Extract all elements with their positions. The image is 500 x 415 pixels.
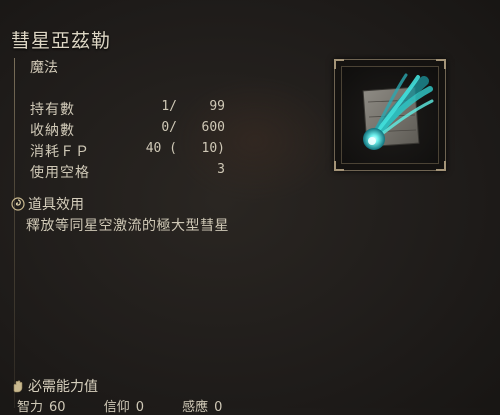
item-title: 彗星亞茲勒 xyxy=(11,30,112,52)
stat-label: 消耗ＦＰ xyxy=(30,144,90,160)
item-image xyxy=(341,66,439,164)
comet-scroll-icon xyxy=(362,73,434,150)
stat-label: 收納數 xyxy=(30,123,75,139)
stat-label: 持有數 xyxy=(30,102,75,118)
stat-value-current: 0/ xyxy=(161,120,177,135)
frame-corner xyxy=(436,161,446,171)
stat-value-fp: 40 ( xyxy=(145,141,177,156)
stat-row-stored: 收納數 0/ 600 xyxy=(30,120,225,141)
stat-value-fp-continuous: 10) xyxy=(201,141,225,156)
effect-description: 釋放等同星空激流的極大型彗星 xyxy=(26,218,229,234)
stat-label: 使用空格 xyxy=(30,165,90,181)
requirements-heading-label: 必需能力值 xyxy=(28,379,98,395)
stat-row-fp-cost: 消耗ＦＰ 40 ( 10) xyxy=(30,141,225,162)
divider-line xyxy=(14,58,15,408)
requirements-heading: 必需能力值 xyxy=(11,376,98,396)
frame-corner xyxy=(436,59,446,69)
stat-value-slots: 3 xyxy=(217,162,225,177)
swirl-icon xyxy=(11,197,25,211)
effect-heading: 道具效用 xyxy=(11,194,84,214)
stat-value-max: 99 xyxy=(209,99,225,114)
item-image-frame xyxy=(334,59,446,171)
stat-row-slots: 使用空格 3 xyxy=(30,162,225,183)
item-category: 魔法 xyxy=(30,60,58,76)
stat-value-max: 600 xyxy=(201,120,225,135)
frame-corner xyxy=(334,161,344,171)
frame-corner xyxy=(334,59,344,69)
stat-row-held: 持有數 1/ 99 xyxy=(30,99,225,120)
stats-list: 持有數 1/ 99 收納數 0/ 600 消耗ＦＰ 40 ( 10) 使用空格 … xyxy=(30,99,225,183)
hand-icon xyxy=(11,379,25,393)
requirements-row: 智力 60 信仰 0 感應 0 xyxy=(17,396,228,415)
effect-heading-label: 道具效用 xyxy=(28,197,84,213)
stat-value-current: 1/ xyxy=(161,99,177,114)
